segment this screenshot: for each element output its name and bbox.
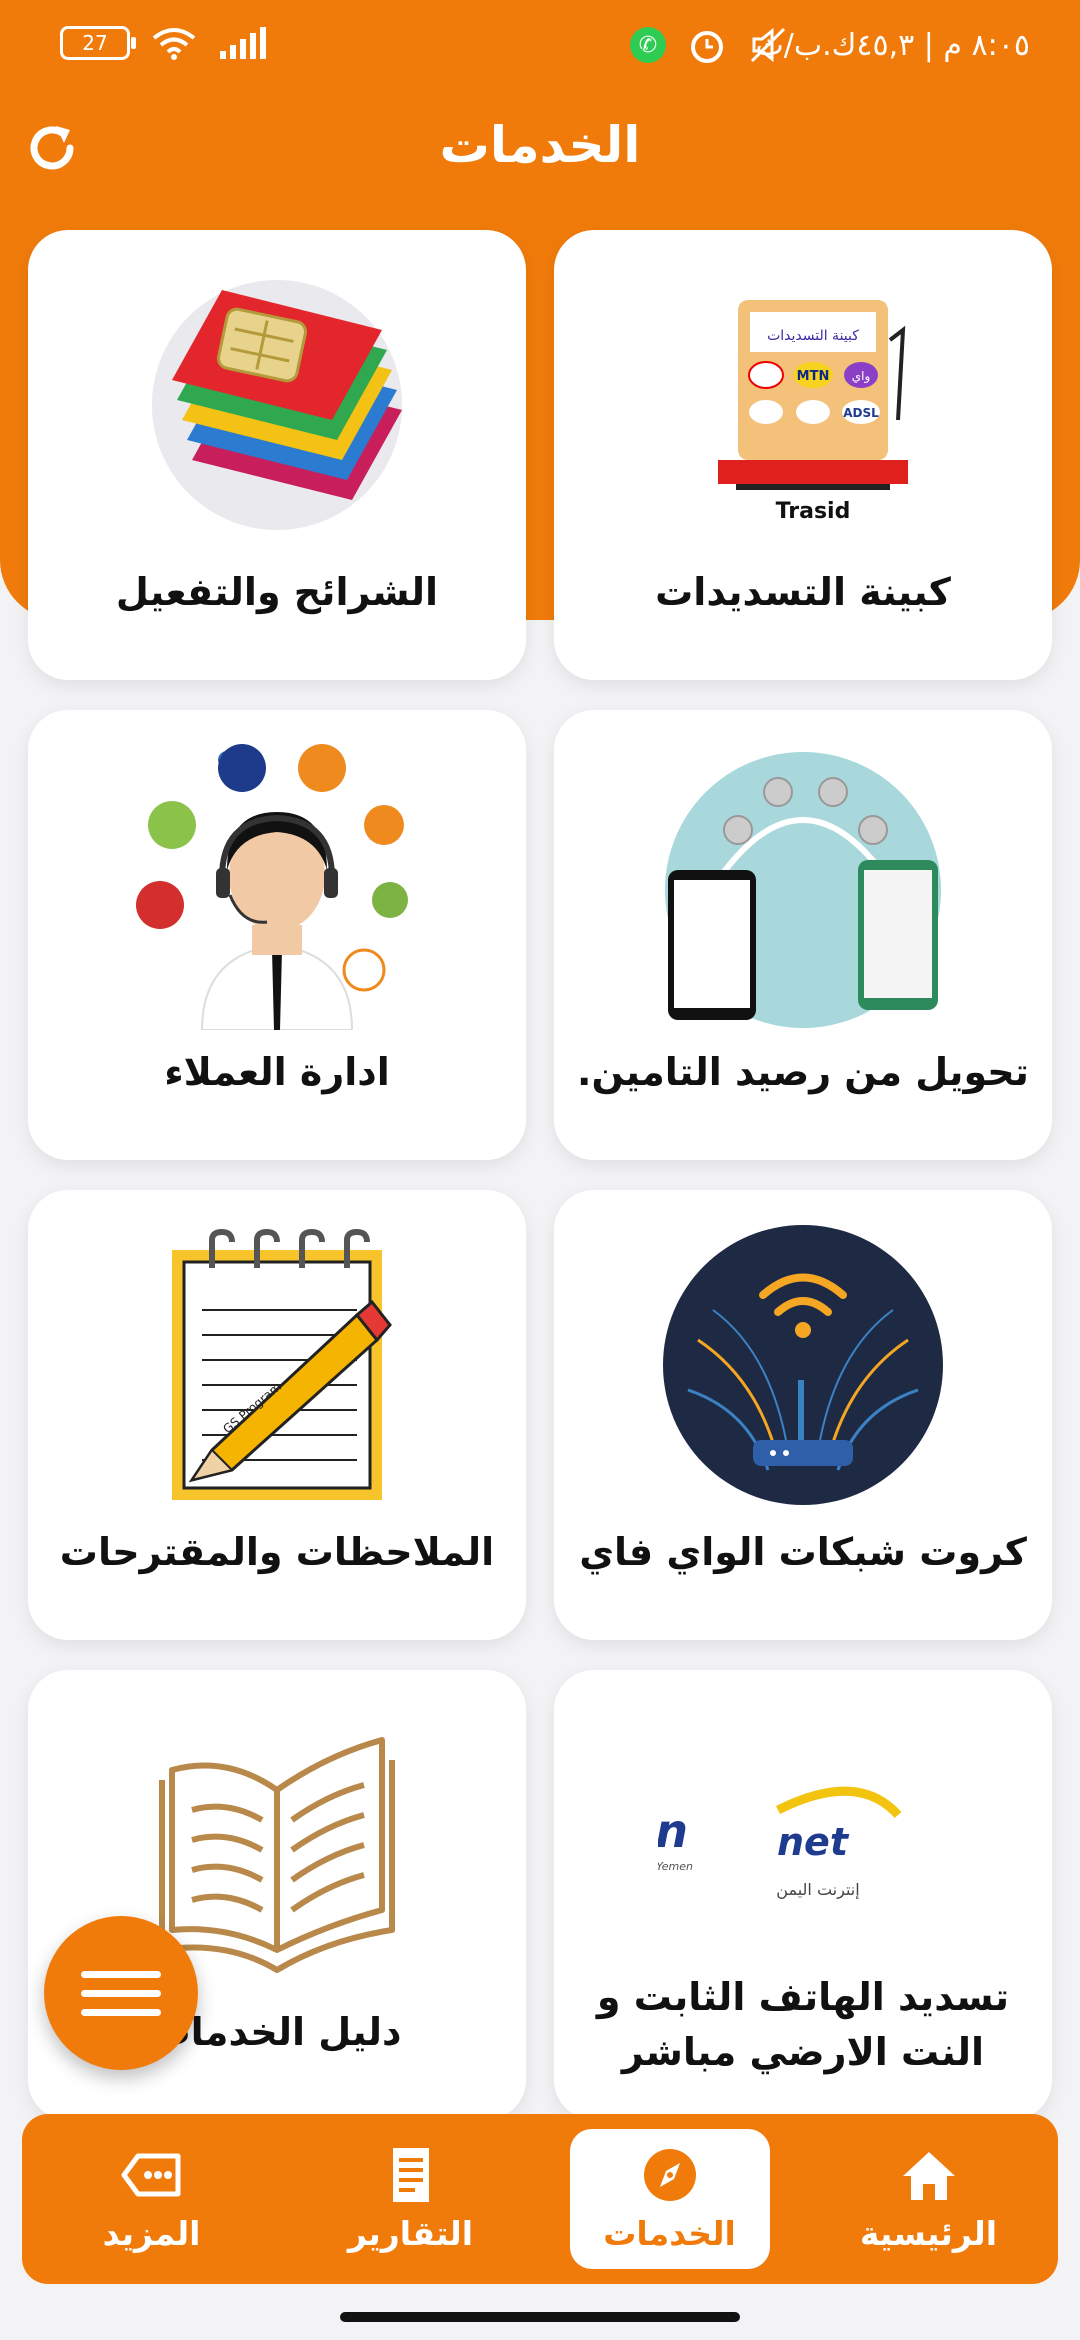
trasid-brand-text: Trasid <box>776 499 851 524</box>
hamburger-icon-line <box>81 1970 161 1978</box>
hamburger-icon-line <box>81 2008 161 2016</box>
header: الخدمات <box>0 96 1080 206</box>
service-card-sim-activation[interactable]: الشرائح والتفعيل <box>28 230 526 680</box>
yemennet-arabic-text: إنترنت اليمن <box>776 1880 859 1900</box>
cabinet-screen-text: كبينة التسديدات <box>767 328 859 344</box>
yemennet-net-text: net <box>777 1820 850 1864</box>
battery-icon: 27 <box>60 26 136 60</box>
yemennet-logo-text: Yemen <box>658 1804 688 1858</box>
status-time: ٨:٠٥ م | ٤٥,٣ك.ب/ث <box>755 28 1031 63</box>
y-logo-text: واي <box>852 369 871 384</box>
nav-home[interactable]: الرئيسية <box>829 2129 1029 2269</box>
bottom-navigation: الرئيسية الخدمات التقارير المزيد <box>22 2114 1058 2284</box>
service-label: الملاحظات والمقترحات <box>59 1530 495 1574</box>
service-label-line1: تسديد الهاتف الثابت و <box>596 1975 1010 2019</box>
status-bar: 27 ✆ ٨:٠٥ م | ٤٥,٣ك.ب/ث <box>0 0 1080 96</box>
sim-cards-image <box>132 260 422 550</box>
service-label: تحويل من رصيد التامين. <box>577 1050 1029 1094</box>
nav-more-label: المزيد <box>102 2213 201 2253</box>
nav-services[interactable]: الخدمات <box>569 2129 770 2269</box>
mtn-logo-text: MTN <box>797 369 830 384</box>
adsl-logo-text: ADSL <box>843 406 879 420</box>
alarm-icon <box>691 31 723 63</box>
service-card-payments-cabinet[interactable]: كبينة التسديدات MTN واي ADSL Trasid كبين… <box>554 230 1052 680</box>
service-label: ادارة العملاء <box>164 1050 390 1094</box>
service-label: الشرائح والتفعيل <box>115 570 439 614</box>
service-label: كبينة التسديدات <box>655 570 951 614</box>
service-label: تسديد الهاتف الثابت و النت الارضي مباشر <box>564 1970 1042 2080</box>
yemennet-logo-image: Yemen net The Gateway of Yemen إنترنت ال… <box>658 1700 948 1990</box>
battery-level: 27 <box>82 31 108 55</box>
compass-icon <box>643 2148 696 2201</box>
service-card-insurance-transfer[interactable]: تحويل من رصيد التامين. <box>554 710 1052 1160</box>
payments-cabinet-image: كبينة التسديدات MTN واي ADSL Trasid <box>658 260 948 550</box>
notepad-image: GS Program <box>132 1220 422 1510</box>
service-card-landline-internet-payment[interactable]: Yemen net The Gateway of Yemen إنترنت ال… <box>554 1670 1052 2120</box>
report-icon <box>392 2147 429 2202</box>
whatsapp-icon: ✆ <box>630 27 666 63</box>
more-icon <box>121 2153 180 2196</box>
yemennet-tagline: The Gateway of Yemen <box>658 1860 693 1873</box>
page-title: الخدمات <box>439 116 641 174</box>
home-icon <box>902 2151 955 2200</box>
nav-home-label: الرئيسية <box>859 2213 998 2253</box>
status-left-icons: 27 <box>60 26 266 60</box>
services-grid: كبينة التسديدات MTN واي ADSL Trasid كبين… <box>28 230 1052 2120</box>
nav-services-label: الخدمات <box>603 2213 736 2253</box>
transfer-image <box>658 740 948 1030</box>
hamburger-icon-line <box>81 1989 161 1997</box>
nav-more[interactable]: المزيد <box>52 2129 252 2269</box>
customer-support-image <box>132 740 422 1030</box>
wifi-router-image <box>658 1220 948 1510</box>
nav-reports[interactable]: التقارير <box>311 2129 511 2269</box>
service-card-customer-management[interactable]: ادارة العملاء <box>28 710 526 1160</box>
service-card-feedback[interactable]: GS Program الملاحظات والمقترحات <box>28 1190 526 1640</box>
signal-icon <box>220 27 266 59</box>
nav-reports-label: التقارير <box>347 2213 474 2253</box>
service-label: كروت شبكات الواي فاي <box>579 1530 1027 1574</box>
menu-fab-button[interactable] <box>44 1916 198 2070</box>
wifi-icon <box>152 28 196 60</box>
service-card-wifi-cards[interactable]: كروت شبكات الواي فاي <box>554 1190 1052 1640</box>
home-indicator[interactable] <box>340 2312 740 2322</box>
service-label-line2: النت الارضي مباشر <box>621 2030 985 2075</box>
